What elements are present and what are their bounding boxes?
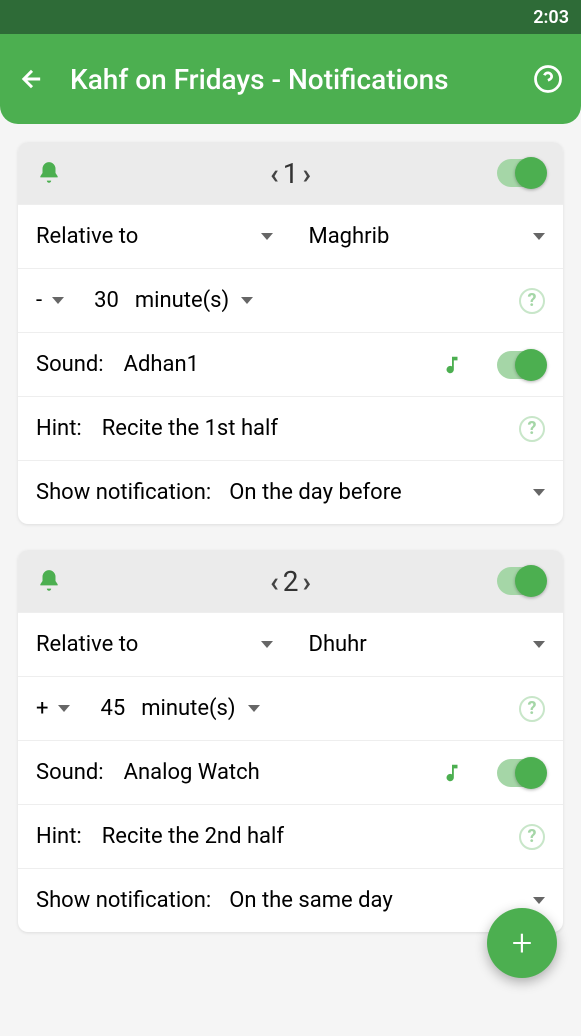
offset-row: - 30 minute(s) ? bbox=[18, 268, 563, 332]
card-enable-toggle[interactable] bbox=[497, 159, 545, 187]
relative-to-row: Relative to Maghrib bbox=[18, 204, 563, 268]
card-header: ‹ 2 › bbox=[18, 550, 563, 612]
show-notification-label: Show notification: bbox=[36, 888, 211, 913]
offset-value[interactable]: 30 bbox=[94, 288, 119, 313]
unit-label: minute(s) bbox=[141, 696, 235, 721]
sign-value: + bbox=[36, 696, 48, 721]
chevron-down-icon bbox=[533, 233, 545, 240]
chevron-down-icon bbox=[533, 489, 545, 496]
show-notification-row[interactable]: Show notification: On the day before bbox=[18, 460, 563, 524]
sign-dropdown[interactable]: - bbox=[36, 288, 64, 313]
card-header: ‹ 1 › bbox=[18, 142, 563, 204]
hint-row: Hint: Recite the 2nd half ? bbox=[18, 804, 563, 868]
chevron-down-icon bbox=[241, 297, 253, 304]
status-time: 2:03 bbox=[533, 7, 569, 28]
card-index: 2 bbox=[283, 565, 299, 598]
music-note-icon[interactable] bbox=[441, 762, 463, 784]
music-note-icon[interactable] bbox=[441, 354, 463, 376]
show-notification-row[interactable]: Show notification: On the same day bbox=[18, 868, 563, 932]
app-bar: Kahf on Fridays - Notifications bbox=[0, 34, 581, 124]
relative-to-label-dropdown[interactable]: Relative to bbox=[18, 224, 291, 249]
offset-help-button[interactable]: ? bbox=[519, 696, 545, 722]
bell-icon bbox=[36, 568, 62, 594]
hint-label: Hint: bbox=[36, 824, 82, 849]
plus-icon: + bbox=[512, 922, 532, 964]
sound-row: Sound: Analog Watch bbox=[18, 740, 563, 804]
hint-value[interactable]: Recite the 2nd half bbox=[102, 824, 284, 849]
page-title: Kahf on Fridays - Notifications bbox=[70, 63, 509, 96]
header-help-button[interactable] bbox=[533, 64, 563, 94]
sign-value: - bbox=[36, 288, 42, 313]
card-enable-toggle[interactable] bbox=[497, 567, 545, 595]
prev-card-button[interactable]: ‹ bbox=[270, 157, 279, 190]
show-notification-label: Show notification: bbox=[36, 480, 211, 505]
chevron-down-icon bbox=[261, 641, 273, 648]
sign-dropdown[interactable]: + bbox=[36, 696, 70, 721]
back-button[interactable] bbox=[18, 65, 46, 93]
status-bar: 2:03 bbox=[0, 0, 581, 34]
hint-label: Hint: bbox=[36, 416, 82, 441]
relative-to-label: Relative to bbox=[36, 632, 138, 657]
back-arrow-icon bbox=[18, 65, 46, 93]
relative-to-value: Dhuhr bbox=[309, 632, 367, 657]
offset-help-button[interactable]: ? bbox=[519, 288, 545, 314]
bell-icon bbox=[36, 160, 62, 186]
sound-row: Sound: Adhan1 bbox=[18, 332, 563, 396]
show-notification-value: On the day before bbox=[229, 480, 401, 505]
relative-to-label: Relative to bbox=[36, 224, 138, 249]
hint-help-button[interactable]: ? bbox=[519, 824, 545, 850]
chevron-down-icon bbox=[58, 705, 70, 712]
sound-value[interactable]: Analog Watch bbox=[124, 760, 260, 785]
notification-card: ‹ 2 › Relative to Dhuhr + 45 minut bbox=[18, 550, 563, 932]
chevron-down-icon bbox=[261, 233, 273, 240]
relative-to-value-dropdown[interactable]: Maghrib bbox=[291, 224, 564, 249]
offset-row: + 45 minute(s) ? bbox=[18, 676, 563, 740]
hint-value[interactable]: Recite the 1st half bbox=[102, 416, 278, 441]
relative-to-row: Relative to Dhuhr bbox=[18, 612, 563, 676]
prev-card-button[interactable]: ‹ bbox=[270, 565, 279, 598]
card-index-nav: ‹ 1 › bbox=[270, 157, 311, 190]
chevron-down-icon bbox=[533, 897, 545, 904]
next-card-button[interactable]: › bbox=[303, 157, 311, 190]
notification-card: ‹ 1 › Relative to Maghrib - 30 min bbox=[18, 142, 563, 524]
sound-label: Sound: bbox=[36, 352, 104, 377]
help-icon bbox=[533, 64, 563, 94]
relative-to-value: Maghrib bbox=[309, 224, 390, 249]
add-notification-fab[interactable]: + bbox=[487, 908, 557, 978]
sound-label: Sound: bbox=[36, 760, 104, 785]
next-card-button[interactable]: › bbox=[303, 565, 311, 598]
show-notification-value: On the same day bbox=[229, 888, 393, 913]
card-index: 1 bbox=[283, 157, 299, 190]
hint-help-button[interactable]: ? bbox=[519, 416, 545, 442]
chevron-down-icon bbox=[248, 705, 260, 712]
sound-value[interactable]: Adhan1 bbox=[124, 352, 199, 377]
card-index-nav: ‹ 2 › bbox=[270, 565, 311, 598]
relative-to-value-dropdown[interactable]: Dhuhr bbox=[291, 632, 564, 657]
hint-row: Hint: Recite the 1st half ? bbox=[18, 396, 563, 460]
offset-value[interactable]: 45 bbox=[100, 696, 125, 721]
unit-label: minute(s) bbox=[135, 288, 229, 313]
unit-dropdown[interactable]: minute(s) bbox=[135, 288, 253, 313]
relative-to-label-dropdown[interactable]: Relative to bbox=[18, 632, 291, 657]
chevron-down-icon bbox=[52, 297, 64, 304]
content-area: ‹ 1 › Relative to Maghrib - 30 min bbox=[0, 124, 581, 950]
sound-toggle[interactable] bbox=[497, 759, 545, 787]
chevron-down-icon bbox=[533, 641, 545, 648]
unit-dropdown[interactable]: minute(s) bbox=[141, 696, 259, 721]
sound-toggle[interactable] bbox=[497, 351, 545, 379]
